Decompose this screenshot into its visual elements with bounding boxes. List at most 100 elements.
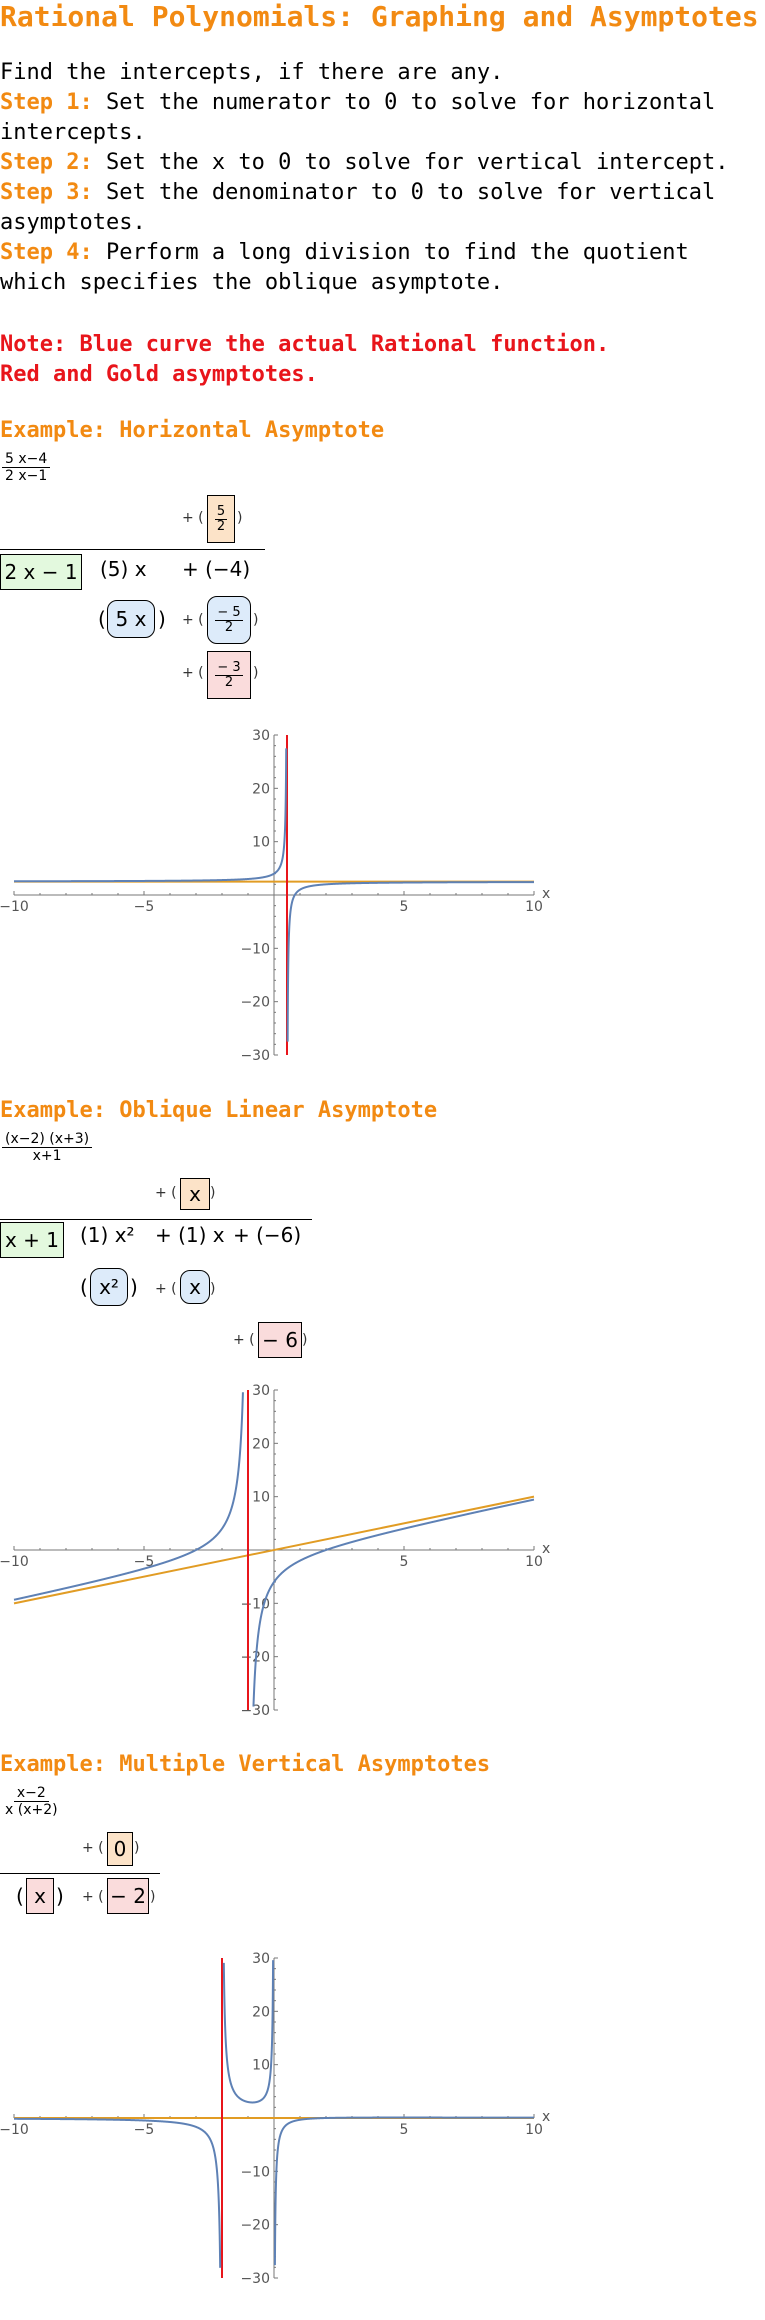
x-tick-label: 10 bbox=[525, 2122, 543, 2138]
y-tick-label: 10 bbox=[252, 1490, 270, 1506]
step-2: Step 2: Set the x to 0 to solve for vert… bbox=[0, 148, 765, 178]
x-tick-label: −10 bbox=[0, 899, 29, 915]
expression-denominator: x+1 bbox=[32, 1148, 62, 1164]
x-axis-label: x bbox=[542, 2109, 550, 2125]
expression-denominator: 2 x−1 bbox=[5, 468, 48, 484]
product-plus: + ( bbox=[182, 612, 204, 628]
y-tick-label: 10 bbox=[252, 2058, 270, 2074]
step-3: Step 3: Set the denominator to 0 to solv… bbox=[0, 178, 765, 238]
product-denominator: 2 bbox=[224, 619, 234, 635]
expression-numerator: 5 x−4 bbox=[2, 451, 51, 468]
quotient-denominator: 2 bbox=[216, 518, 226, 534]
y-tick-label: −20 bbox=[240, 995, 270, 1011]
example-1-expression: 5 x−4 2 x−1 bbox=[2, 451, 51, 484]
product-term-2-close: ) bbox=[253, 612, 259, 628]
quotient-plus: + ( bbox=[155, 1185, 177, 1201]
x-tick-label: 10 bbox=[525, 899, 543, 915]
expression-denominator: x (x+2) bbox=[5, 1802, 58, 1818]
y-tick-label: 30 bbox=[252, 1951, 270, 1967]
remainder-close: ) bbox=[302, 1332, 308, 1348]
product-open: ( bbox=[98, 607, 106, 631]
remainder-denominator: 2 bbox=[224, 674, 234, 690]
x-tick-label: 5 bbox=[400, 1554, 409, 1570]
remainder: − 32 bbox=[207, 651, 251, 699]
intro-line: Find the intercepts, if there are any. bbox=[0, 60, 504, 85]
division-bar bbox=[0, 1219, 312, 1220]
quotient-term: 52 bbox=[207, 495, 235, 543]
product-close: ) bbox=[130, 1275, 138, 1299]
y-tick-label: 10 bbox=[252, 835, 270, 851]
quotient-term: x bbox=[180, 1178, 210, 1210]
product-term-2: x bbox=[180, 1270, 210, 1304]
divisor-plus: + ( bbox=[82, 1889, 104, 1905]
x-tick-label: −5 bbox=[134, 899, 155, 915]
note-line-2: Red and Gold asymptotes. bbox=[0, 362, 318, 387]
note: Note: Blue curve the actual Rational fun… bbox=[0, 330, 609, 390]
y-tick-label: 30 bbox=[252, 728, 270, 744]
expression-numerator: (x−2) (x+3) bbox=[2, 1131, 93, 1148]
dividend-term-2: + (1) x bbox=[155, 1223, 225, 1247]
step-text: Set the numerator to 0 to solve for hori… bbox=[0, 90, 716, 145]
y-tick-label: −30 bbox=[240, 1703, 270, 1719]
x-tick-label: −10 bbox=[0, 1554, 29, 1570]
example-3-heading: Example: Multiple Vertical Asymptotes bbox=[0, 1752, 491, 1777]
divisor: 2 x − 1 bbox=[0, 554, 82, 590]
x-tick-label: 5 bbox=[400, 2122, 409, 2138]
y-tick-label: 20 bbox=[252, 1436, 270, 1452]
division-bar bbox=[0, 1873, 160, 1874]
x-tick-label: 10 bbox=[525, 1554, 543, 1570]
dividend-term-1: (5) x bbox=[100, 557, 147, 581]
division-bar bbox=[0, 549, 265, 550]
step-text: Perform a long division to find the quot… bbox=[0, 240, 689, 295]
remainder: − 6 bbox=[258, 1322, 302, 1358]
quotient-numerator: 5 bbox=[214, 503, 228, 520]
divisor-factor-1: x bbox=[26, 1878, 54, 1914]
example-2-heading: Example: Oblique Linear Asymptote bbox=[0, 1098, 438, 1123]
divisor-factor-2: − 2 bbox=[107, 1878, 149, 1914]
example-3-graph: −10 −5 5 10 30 20 10 −10 −20 −30 x bbox=[0, 1951, 550, 2287]
x-axis-label: x bbox=[542, 1541, 550, 1557]
divisor-open: ( bbox=[16, 1884, 24, 1908]
product-term-1: x² bbox=[90, 1268, 128, 1306]
expression-numerator: x−2 bbox=[13, 1785, 49, 1802]
product-numerator: − 5 bbox=[215, 604, 243, 621]
quotient-plus: + ( bbox=[82, 1840, 104, 1856]
y-tick-label: −10 bbox=[240, 2164, 270, 2180]
y-tick-label: −20 bbox=[240, 2218, 270, 2234]
y-tick-label: 20 bbox=[252, 781, 270, 797]
note-line-1: Note: Blue curve the actual Rational fun… bbox=[0, 332, 610, 357]
example-3-expression: x−2 x (x+2) bbox=[2, 1785, 61, 1818]
quotient-close: ) bbox=[237, 510, 243, 526]
example-1-graph: −10 −5 5 10 30 20 10 −10 −20 −30 x bbox=[0, 728, 550, 1064]
x-tick-label: 5 bbox=[400, 899, 409, 915]
step-label: Step 3: bbox=[0, 180, 93, 205]
dividend-term-2: + (−4) bbox=[182, 557, 251, 581]
product-open: ( bbox=[80, 1275, 88, 1299]
remainder-plus: + ( bbox=[233, 1332, 255, 1348]
remainder-numerator: − 3 bbox=[215, 659, 243, 676]
divisor-close: ) bbox=[56, 1884, 64, 1908]
remainder-close: ) bbox=[253, 665, 259, 681]
quotient-plus: + ( bbox=[182, 510, 204, 526]
step-4: Step 4: Perform a long division to find … bbox=[0, 238, 765, 298]
x-tick-label: −5 bbox=[134, 2122, 155, 2138]
quotient-close: ) bbox=[134, 1840, 140, 1856]
y-tick-label: 30 bbox=[252, 1383, 270, 1399]
y-tick-label: 20 bbox=[252, 2004, 270, 2020]
y-tick-label: −30 bbox=[240, 2271, 270, 2287]
remainder-plus: + ( bbox=[182, 665, 204, 681]
product-term-2-close: ) bbox=[210, 1281, 216, 1297]
x-tick-label: −10 bbox=[0, 2122, 29, 2138]
page-title: Rational Polynomials: Graphing and Asymp… bbox=[0, 0, 759, 33]
example-2-expression: (x−2) (x+3) x+1 bbox=[2, 1131, 93, 1164]
divisor: x + 1 bbox=[0, 1222, 64, 1258]
product-close: ) bbox=[158, 607, 166, 631]
intro-text: Find the intercepts, if there are any. S… bbox=[0, 58, 765, 298]
y-tick-label: −30 bbox=[240, 1048, 270, 1064]
y-tick-label: −10 bbox=[240, 941, 270, 957]
quotient-term: 0 bbox=[107, 1832, 133, 1866]
dividend-term-3: + (−6) bbox=[233, 1223, 302, 1247]
product-term-2: − 52 bbox=[207, 596, 251, 644]
quotient-close: ) bbox=[210, 1185, 216, 1201]
step-text: Set the denominator to 0 to solve for ve… bbox=[0, 180, 716, 235]
